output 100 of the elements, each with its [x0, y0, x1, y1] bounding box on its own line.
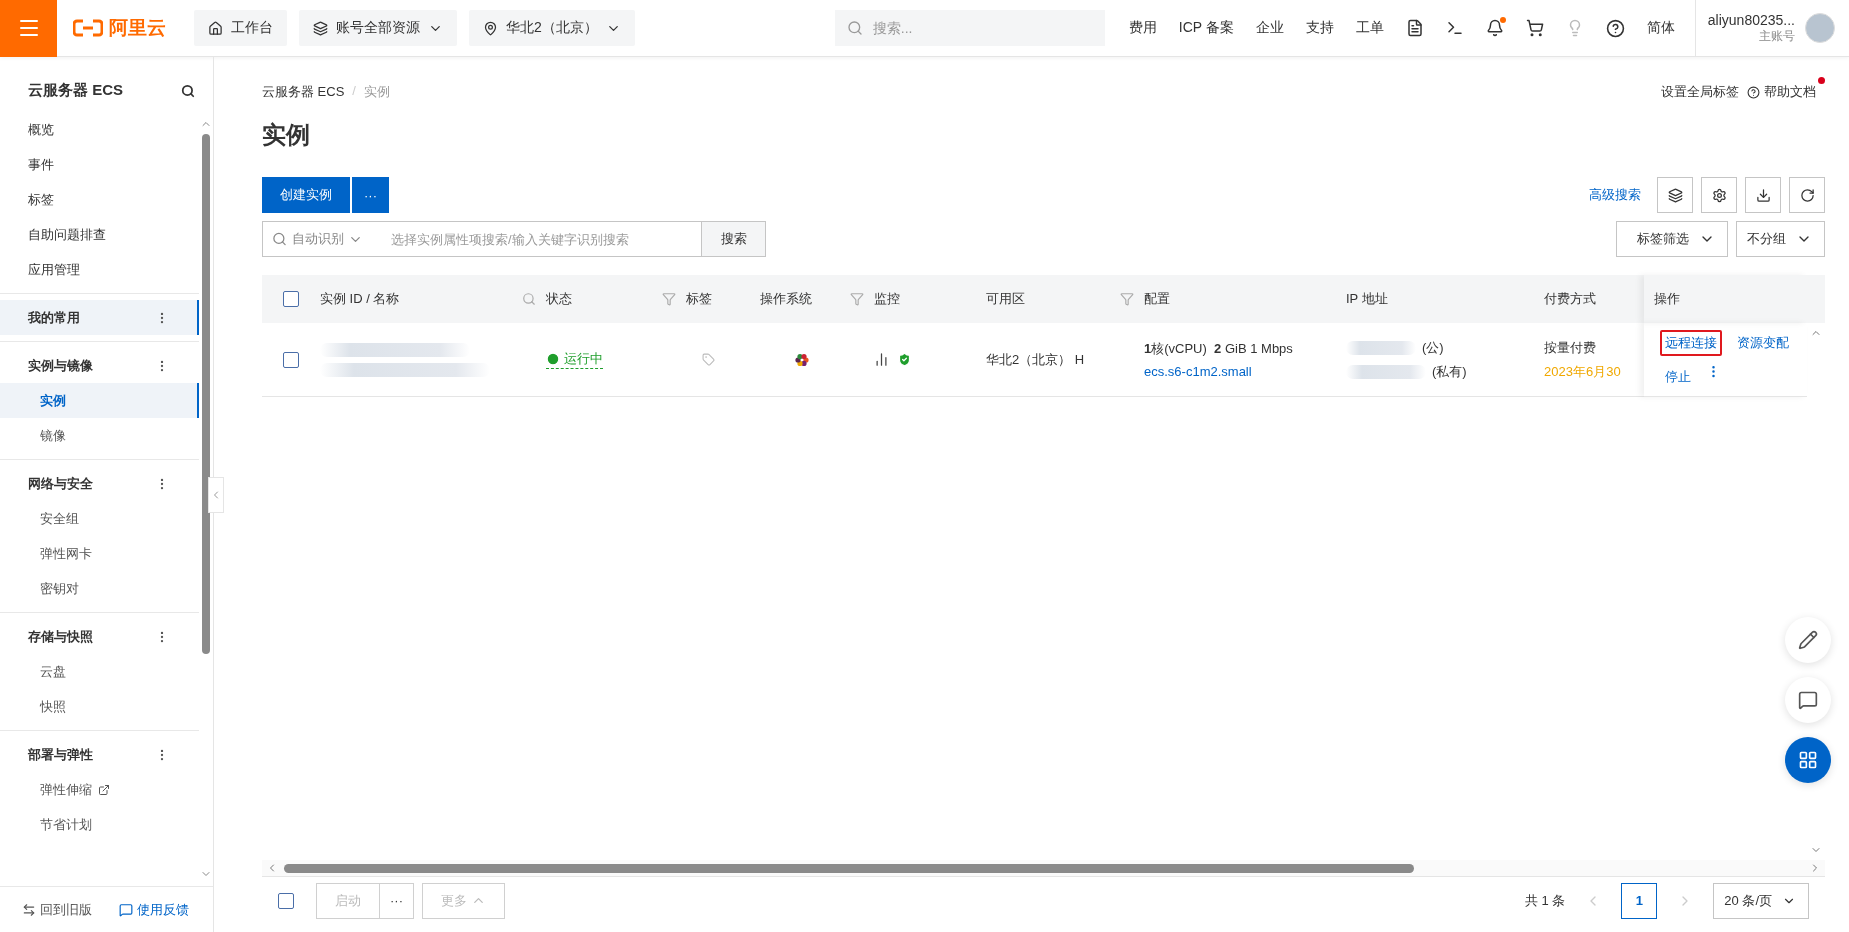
bell-icon[interactable] — [1485, 19, 1504, 37]
sidebar-item[interactable]: 密钥对 — [0, 571, 199, 606]
edit-button[interactable] — [1785, 617, 1831, 663]
column-header: 付费方式 — [1544, 275, 1644, 323]
zone-text: 华北2（北京） H — [986, 350, 1086, 369]
nav-link[interactable]: ICP 备案 — [1178, 19, 1234, 37]
column-header: 实例 ID / 名称 — [320, 275, 546, 323]
action-link[interactable]: 资源变配 — [1732, 329, 1794, 356]
search-icon[interactable] — [181, 83, 195, 98]
sidebar-item[interactable]: 弹性伸缩 — [0, 772, 199, 807]
sidebar-section[interactable]: 部署与弹性 — [0, 737, 199, 772]
more-button[interactable]: ··· — [352, 177, 389, 213]
language-link[interactable]: 简体 — [1646, 19, 1675, 37]
page-button[interactable]: 1 — [1621, 882, 1658, 919]
shield-icon[interactable] — [897, 352, 912, 367]
sidebar-section[interactable]: 实例与镜像 — [0, 348, 199, 383]
logo-text: 阿里云 — [109, 16, 166, 40]
document-icon[interactable] — [1405, 19, 1424, 37]
page-size-dropdown[interactable]: 20 条/页 — [1713, 882, 1809, 919]
sidebar-section[interactable]: 存储与快照 — [0, 619, 199, 654]
action-link[interactable]: 停止 — [1660, 363, 1696, 390]
cart-icon[interactable] — [1525, 19, 1544, 37]
more-button[interactable]: ··· — [380, 882, 414, 919]
sidebar-item[interactable]: 弹性网卡 — [0, 536, 199, 571]
column-header: 操作 — [1644, 275, 1807, 323]
sidebar-item[interactable]: 事件 — [0, 147, 199, 182]
tags-link[interactable]: 设置全局标签 — [1661, 83, 1739, 101]
checkbox[interactable] — [278, 892, 294, 909]
sidebar-item[interactable]: 镜像 — [0, 418, 199, 453]
sidebar-item[interactable]: 云盘 — [0, 654, 199, 689]
sidebar-item[interactable]: 应用管理 — [0, 252, 199, 287]
checkbox[interactable] — [283, 291, 299, 307]
billing-text: 按量付费 — [1544, 338, 1597, 357]
action-link[interactable]: 远程连接 — [1660, 329, 1722, 356]
nav-link[interactable]: 支持 — [1305, 19, 1334, 37]
search-icon — [272, 231, 287, 247]
chat-button[interactable] — [1785, 677, 1831, 723]
config-text: 1核(vCPU) 2 GiB 1 Mbps — [1144, 340, 1294, 358]
help-link[interactable]: 帮助文档 — [1747, 83, 1816, 101]
mode-dropdown[interactable]: 自动识别 — [292, 230, 363, 248]
sidebar-section[interactable]: 网络与安全 — [0, 466, 199, 501]
chat-icon — [1798, 690, 1818, 710]
total-count: 共 1 条 — [1524, 891, 1566, 910]
sidebar-item[interactable]: 安全组 — [0, 501, 199, 536]
sidebar-item[interactable]: 快照 — [0, 689, 199, 724]
search-field[interactable]: 搜索... — [834, 10, 1105, 46]
sidebar-item[interactable]: 自助问题排查 — [0, 217, 199, 252]
sidebar-section[interactable]: 我的常用 — [0, 300, 199, 335]
column-header: 监控 — [874, 275, 986, 323]
nav-link[interactable]: 工单 — [1355, 19, 1384, 37]
status-label: 运行中 — [564, 350, 603, 368]
page-title: 实例 — [262, 120, 310, 150]
breadcrumb-link[interactable]: 云服务器 ECS — [262, 83, 345, 101]
layers-button[interactable] — [1657, 177, 1693, 213]
scrollbar-thumb[interactable] — [284, 863, 1414, 873]
scrollbar-thumb[interactable] — [202, 134, 210, 654]
nav-button[interactable]: 华北2（北京） — [469, 10, 635, 46]
advanced-search-link[interactable]: 高级搜索 — [1589, 186, 1641, 204]
search-icon — [846, 20, 863, 36]
pin-icon — [483, 20, 498, 36]
logo-icon — [73, 19, 103, 37]
checkbox[interactable] — [283, 351, 299, 368]
terminal-icon[interactable] — [1445, 19, 1464, 37]
sidebar-item[interactable]: 概览 — [0, 112, 199, 147]
nav-button[interactable]: 账号全部资源 — [299, 10, 457, 46]
search-button[interactable]: 搜索 — [702, 221, 766, 257]
sidebar-item[interactable]: 标签 — [0, 182, 199, 217]
apps-button[interactable] — [1785, 737, 1831, 783]
refresh-button[interactable] — [1789, 177, 1825, 213]
feedback-link[interactable]: 使用反馈 — [119, 900, 189, 919]
nav-button[interactable]: 工作台 — [194, 10, 287, 46]
sidebar-title: 云服务器 ECS — [28, 81, 123, 100]
sidebar-item[interactable]: 节省计划 — [0, 807, 199, 842]
user-name[interactable]: aliyun80235... — [1707, 11, 1795, 28]
column-header: IP 地址 — [1346, 275, 1544, 323]
account-role: 主账号 — [1758, 28, 1795, 45]
blurred-text — [1346, 340, 1416, 355]
home-icon — [208, 20, 223, 36]
menu-button[interactable] — [0, 0, 57, 57]
horizontal-scrollbar[interactable] — [262, 860, 1825, 876]
chat-icon — [119, 902, 133, 917]
download-button[interactable] — [1745, 177, 1781, 213]
help-icon[interactable] — [1605, 18, 1625, 38]
column-header: 操作系统 — [760, 275, 874, 323]
chart-icon[interactable] — [874, 352, 889, 367]
instance-type-link[interactable]: ecs.s6-c1m2.small — [1144, 364, 1346, 379]
stack-icon — [313, 20, 328, 36]
create-button[interactable]: 创建实例 — [262, 177, 350, 213]
back-link[interactable]: 回到旧版 — [22, 900, 92, 919]
settings-icon — [1711, 187, 1727, 203]
swap-icon — [22, 902, 36, 917]
nav-link[interactable]: 费用 — [1128, 19, 1157, 37]
nav-link[interactable]: 企业 — [1255, 19, 1284, 37]
play-icon — [546, 352, 560, 366]
column-header: 可用区 — [986, 275, 1144, 323]
group-dropdown[interactable]: 不分组 — [1736, 221, 1825, 257]
settings-button[interactable] — [1701, 177, 1737, 213]
grid-icon — [1798, 750, 1818, 770]
tag-filter-dropdown[interactable]: 标签筛选 — [1616, 221, 1728, 257]
sidebar-item[interactable]: 实例 — [0, 383, 199, 418]
